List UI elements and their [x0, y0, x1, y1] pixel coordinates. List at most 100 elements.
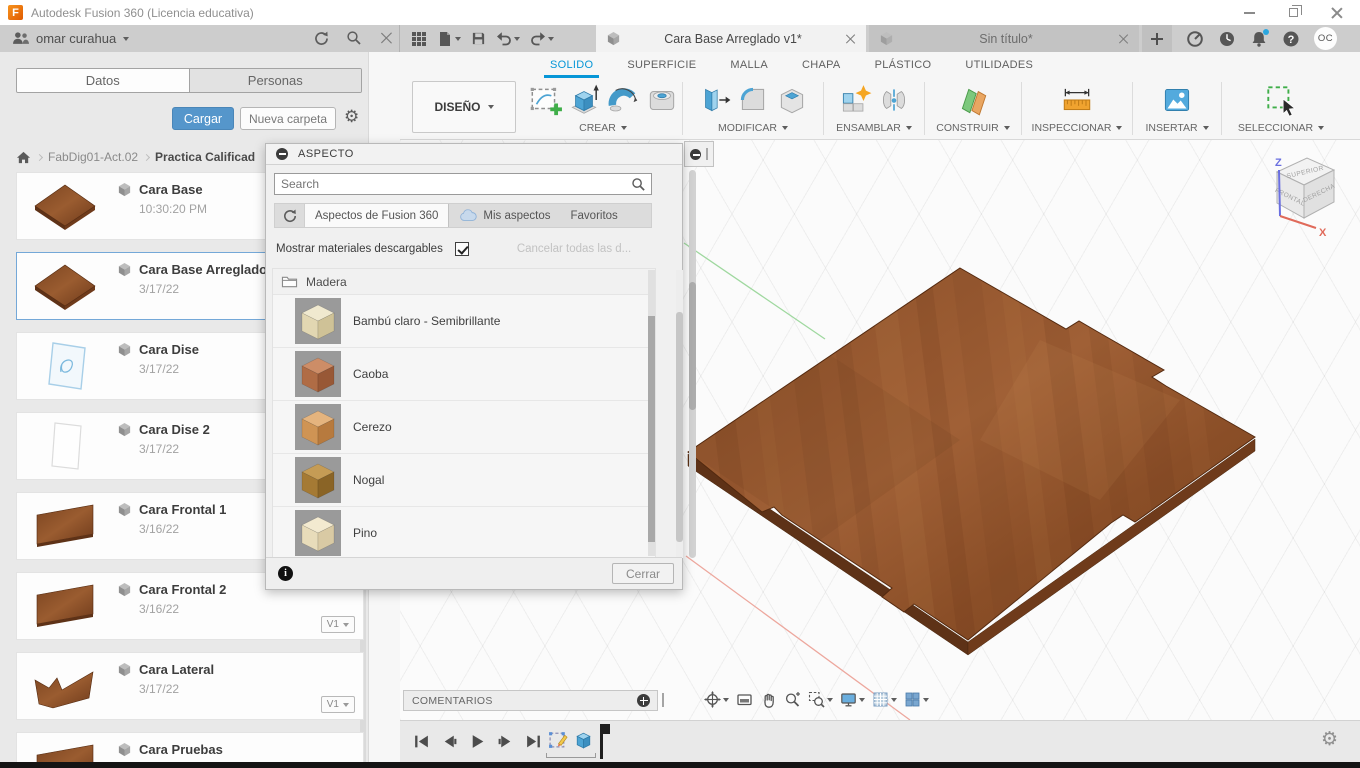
file-card[interactable]: Cara Pruebas	[16, 732, 364, 762]
comments-drag-grip[interactable]	[662, 693, 664, 707]
version-dropdown[interactable]: V1	[321, 696, 355, 713]
group-label-ensamblar[interactable]: ENSAMBLAR	[836, 122, 912, 134]
create-sketch-icon[interactable]	[527, 82, 563, 118]
search-input[interactable]	[275, 177, 631, 191]
tab-mis-aspectos[interactable]: Mis aspectos	[449, 204, 560, 227]
collapsed-browser-tab[interactable]	[684, 141, 714, 167]
select-icon[interactable]	[1263, 82, 1299, 118]
timeline-extrude-feature-icon[interactable]	[573, 729, 594, 750]
version-dropdown[interactable]: V1	[321, 616, 355, 633]
timeline-marker-handle[interactable]	[602, 724, 610, 734]
group-label-insertar[interactable]: INSERTAR	[1145, 122, 1208, 134]
help-button[interactable]	[1282, 30, 1300, 48]
viewports-button[interactable]	[904, 691, 929, 708]
press-pull-icon[interactable]	[696, 82, 732, 118]
material-row[interactable]: Nogal	[273, 454, 655, 507]
fillet-icon[interactable]	[735, 82, 771, 118]
job-status-button[interactable]	[1218, 30, 1236, 48]
group-label-modificar[interactable]: MODIFICAR	[718, 122, 788, 134]
group-label-crear[interactable]: CREAR	[579, 122, 627, 134]
document-tab-active[interactable]: Cara Base Arreglado v1*	[596, 25, 866, 52]
ribbon-tab-plastico[interactable]: PLÁSTICO	[875, 52, 932, 78]
design-workspace-dropdown[interactable]: DISEÑO	[412, 81, 516, 133]
close-tab-icon[interactable]	[1119, 34, 1129, 44]
group-label-inspeccionar[interactable]: INSPECCIONAR	[1032, 122, 1123, 134]
tab-favoritos[interactable]: Favoritos	[561, 204, 628, 227]
app-launcher-button[interactable]	[408, 27, 430, 51]
upload-button[interactable]: Cargar	[172, 107, 234, 130]
ribbon-tab-chapa[interactable]: CHAPA	[802, 52, 841, 78]
new-folder-button[interactable]: Nueva carpeta	[240, 107, 336, 130]
breadcrumb-project[interactable]: FabDig01-Act.02	[48, 150, 138, 164]
avatar[interactable]: OC	[1314, 27, 1337, 50]
skip-to-start-button[interactable]	[412, 732, 430, 750]
timeline-settings-gear-icon[interactable]: ⚙	[1321, 730, 1338, 749]
dialog-scrollbar-thumb[interactable]	[676, 312, 683, 542]
refresh-button[interactable]	[310, 27, 332, 49]
construction-plane-icon[interactable]	[955, 82, 991, 118]
username[interactable]: omar curahua	[36, 31, 116, 46]
zoom-button[interactable]	[784, 691, 801, 708]
extrude-icon[interactable]	[566, 82, 602, 118]
play-button[interactable]	[468, 732, 486, 750]
extensions-button[interactable]	[1186, 30, 1204, 48]
tab-aspectos-fusion[interactable]: Aspectos de Fusion 360	[305, 204, 449, 227]
shell-icon[interactable]	[774, 82, 810, 118]
group-label-construir[interactable]: CONSTRUIR	[936, 122, 1009, 134]
new-file-button[interactable]	[434, 27, 464, 51]
material-row[interactable]: Caoba	[273, 348, 655, 401]
close-panel-button[interactable]	[376, 27, 398, 49]
pan-button[interactable]	[760, 691, 777, 708]
redo-button[interactable]	[527, 27, 557, 51]
add-comment-icon[interactable]	[637, 694, 650, 707]
undo-button[interactable]	[493, 27, 523, 51]
new-document-tab-button[interactable]	[1142, 25, 1172, 52]
timeline-sketch-feature-icon[interactable]	[548, 729, 569, 750]
orbit-button[interactable]	[704, 691, 729, 708]
browser-scrollbar-thumb[interactable]	[689, 282, 696, 410]
username-chevron-down-icon[interactable]	[123, 37, 129, 41]
refresh-library-button[interactable]	[275, 204, 305, 227]
look-at-button[interactable]	[736, 691, 753, 708]
material-row[interactable]: Cerezo	[273, 401, 655, 454]
minimize-button[interactable]	[1242, 6, 1256, 20]
dialog-collapse-icon[interactable]	[276, 148, 288, 160]
info-icon[interactable]: i	[278, 566, 293, 581]
close-tab-icon[interactable]	[846, 34, 856, 44]
step-forward-button[interactable]	[496, 732, 514, 750]
home-icon[interactable]	[16, 150, 31, 165]
ribbon-tab-superficie[interactable]: SUPERFICIE	[627, 52, 696, 78]
new-component-icon[interactable]	[837, 82, 873, 118]
ribbon-tab-solido[interactable]: SOLIDO	[550, 52, 593, 78]
ribbon-tab-malla[interactable]: MALLA	[730, 52, 768, 78]
joint-icon[interactable]	[876, 82, 912, 118]
close-dialog-button[interactable]: Cerrar	[612, 563, 674, 584]
dialog-header[interactable]: ASPECTO	[266, 144, 682, 165]
search-button[interactable]	[343, 27, 365, 49]
document-tab-inactive[interactable]: Sin título*	[869, 25, 1139, 52]
material-folder[interactable]: Madera	[273, 269, 655, 295]
revolve-icon[interactable]	[605, 82, 641, 118]
ribbon-tab-utilidades[interactable]: UTILIDADES	[965, 52, 1033, 78]
material-row[interactable]: Bambú claro - Semibrillante	[273, 295, 655, 348]
material-row[interactable]: Pino	[273, 507, 655, 558]
close-window-button[interactable]	[1330, 6, 1344, 20]
breadcrumb-folder[interactable]: Practica Calificad	[155, 150, 255, 164]
view-cube[interactable]: SUPERIOR FRONTAL DERECHA Z X	[1258, 148, 1354, 240]
material-list-scrollbar-thumb[interactable]	[648, 316, 655, 542]
comments-bar[interactable]: COMENTARIOS	[403, 690, 658, 711]
step-back-button[interactable]	[440, 732, 458, 750]
hole-icon[interactable]	[644, 82, 680, 118]
grid-settings-button[interactable]	[872, 691, 897, 708]
display-settings-button[interactable]	[840, 691, 865, 708]
group-label-seleccionar[interactable]: SELECCIONAR	[1238, 122, 1324, 134]
insert-image-icon[interactable]	[1159, 82, 1195, 118]
fit-button[interactable]	[808, 691, 833, 708]
restore-button[interactable]	[1286, 6, 1300, 20]
tab-personas[interactable]: Personas	[190, 69, 362, 92]
drag-grip[interactable]	[706, 148, 708, 160]
data-settings-gear-icon[interactable]: ⚙	[344, 109, 359, 126]
save-button[interactable]	[468, 27, 489, 51]
notifications-button[interactable]	[1250, 30, 1268, 48]
tab-datos[interactable]: Datos	[17, 69, 190, 92]
